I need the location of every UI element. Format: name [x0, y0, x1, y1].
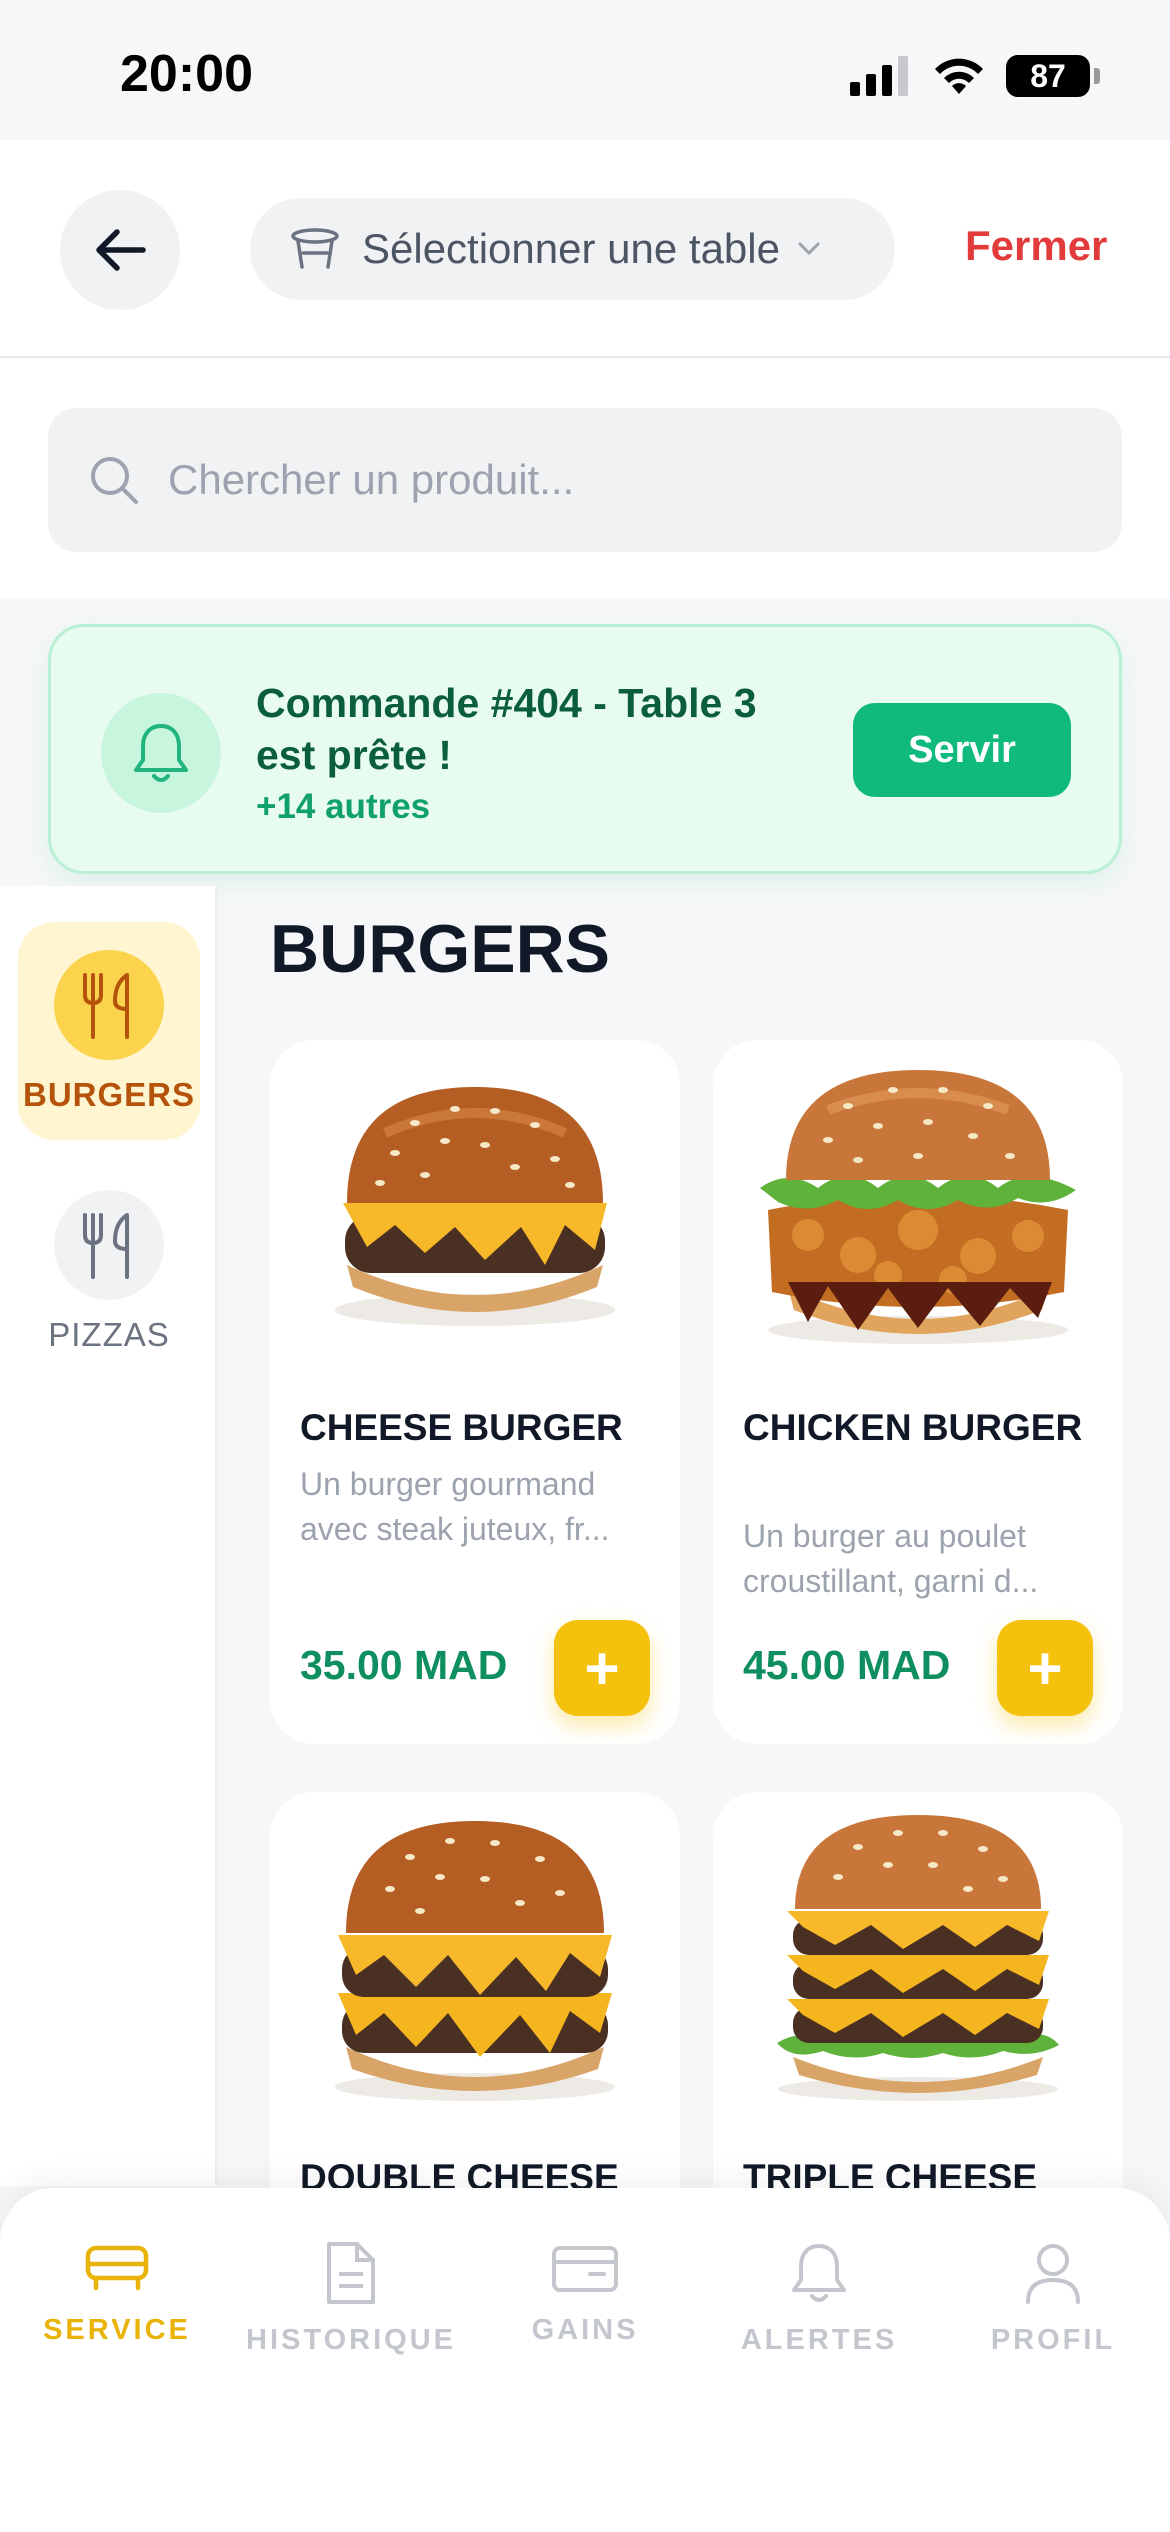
bell-icon — [792, 2244, 846, 2302]
product-image — [713, 1040, 1123, 1370]
wifi-icon — [935, 58, 983, 94]
status-icons: 87 — [850, 52, 1100, 100]
nav-label: HISTORIQUE — [246, 2324, 456, 2356]
product-description: Un burger au poulet croustillant, garni … — [743, 1518, 1039, 1599]
notification-subtitle: +14 autres — [256, 787, 431, 826]
chevron-down-icon — [798, 242, 820, 256]
utensils-icon — [54, 1190, 164, 1300]
product-price: 35.00 MAD — [300, 1642, 508, 1688]
notification-bell-icon — [101, 693, 221, 813]
signal-icon — [850, 56, 908, 96]
product-card[interactable]: CHEESE BURGER Un burger gourmand avec st… — [270, 1040, 680, 1744]
product-name: CHEESE BURGER — [300, 1407, 623, 1448]
nav-label: GAINS — [531, 2314, 639, 2346]
category-pizzas[interactable]: PIZZAS — [18, 1162, 200, 1380]
search-icon — [91, 457, 138, 504]
wallet-icon — [552, 2246, 618, 2292]
product-image — [270, 1792, 680, 2122]
notification-title: Commande #404 - Table 3 est prête ! — [256, 680, 757, 778]
add-to-order-button[interactable]: + — [997, 1620, 1093, 1716]
nav-historique[interactable]: HISTORIQUE — [234, 2240, 468, 2390]
search-input[interactable] — [168, 456, 1068, 504]
nav-alertes[interactable]: ALERTES — [702, 2240, 936, 2390]
add-to-order-button[interactable]: + — [554, 1620, 650, 1716]
search-box[interactable] — [48, 408, 1122, 552]
section-title: BURGERS — [270, 911, 611, 987]
utensils-icon — [54, 950, 164, 1060]
nav-label: ALERTES — [740, 2324, 898, 2356]
category-label: BURGERS — [22, 1076, 196, 1113]
category-sidebar: BURGERS PIZZAS — [0, 886, 218, 2186]
top-header: Sélectionner une table Fermer — [0, 140, 1170, 358]
status-time: 20:00 — [120, 45, 253, 103]
sofa-icon — [85, 2245, 149, 2291]
product-name: CHICKEN BURGER — [743, 1407, 1083, 1448]
arrow-left-icon — [96, 229, 146, 271]
bottom-navigation: SERVICE HISTORIQUE GAINS ALERTES PROFIL — [0, 2188, 1170, 2532]
user-icon — [1026, 2244, 1080, 2304]
product-price: 45.00 MAD — [743, 1642, 951, 1688]
serve-button[interactable]: Servir — [853, 703, 1071, 797]
nav-gains[interactable]: GAINS — [468, 2240, 702, 2390]
back-button[interactable] — [60, 190, 180, 310]
nav-label: PROFIL — [990, 2324, 1116, 2356]
product-description: Un burger gourmand avec steak juteux, fr… — [300, 1466, 610, 1547]
nav-service[interactable]: SERVICE — [0, 2240, 234, 2390]
product-image — [713, 1792, 1123, 2122]
document-icon — [327, 2242, 375, 2304]
category-label: PIZZAS — [48, 1316, 170, 1353]
product-card[interactable]: CHICKEN BURGER Un burger au poulet crous… — [713, 1040, 1123, 1744]
close-button[interactable]: Fermer — [965, 222, 1107, 270]
status-bar: 20:00 87 — [0, 0, 1170, 140]
table-icon — [291, 228, 339, 269]
table-selector[interactable]: Sélectionner une table — [250, 198, 895, 300]
order-ready-banner[interactable]: Commande #404 - Table 3 est prête ! +14 … — [48, 624, 1122, 874]
product-image — [270, 1040, 680, 1370]
category-burgers[interactable]: BURGERS — [18, 922, 200, 1140]
nav-label: SERVICE — [43, 2314, 191, 2346]
table-selector-label: Sélectionner une table — [362, 225, 780, 272]
bell-icon — [134, 724, 188, 782]
battery-indicator: 87 — [1006, 55, 1100, 97]
search-section — [0, 358, 1170, 598]
nav-profil[interactable]: PROFIL — [936, 2240, 1170, 2390]
